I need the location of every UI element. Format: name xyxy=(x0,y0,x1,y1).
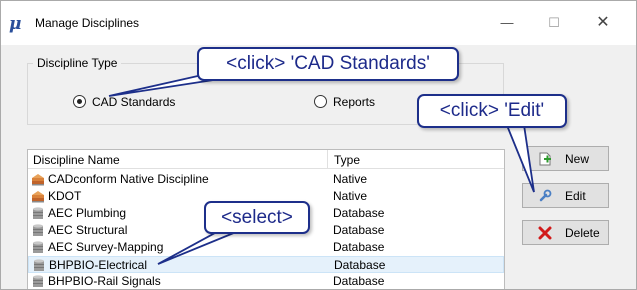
callout-select: <select> xyxy=(204,201,310,234)
callout-click-cad-standards: <click> 'CAD Standards' xyxy=(197,47,459,81)
manage-disciplines-window: μ Manage Disciplines — ☐ ✕ Discipline Ty… xyxy=(0,0,637,290)
callout-click-edit: <click> 'Edit' xyxy=(417,94,567,128)
callout-pointers xyxy=(108,72,535,265)
